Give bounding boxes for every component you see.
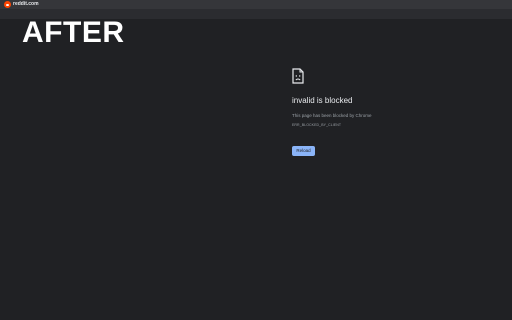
blocked-page-icon xyxy=(292,68,304,84)
tab-title[interactable]: reddit.com xyxy=(13,0,39,9)
browser-tab-bar: reddit.com xyxy=(0,0,512,9)
after-label: AFTER xyxy=(22,16,125,49)
reload-button[interactable]: Reload xyxy=(292,146,315,156)
error-code: ERR_BLOCKED_BY_CLIENT xyxy=(292,123,342,127)
error-heading: invalid is blocked xyxy=(292,96,353,105)
reddit-icon xyxy=(4,1,11,8)
error-description: This page has been blocked by Chrome xyxy=(292,113,372,118)
error-page-content: invalid is blocked This page has been bl… xyxy=(292,68,432,157)
